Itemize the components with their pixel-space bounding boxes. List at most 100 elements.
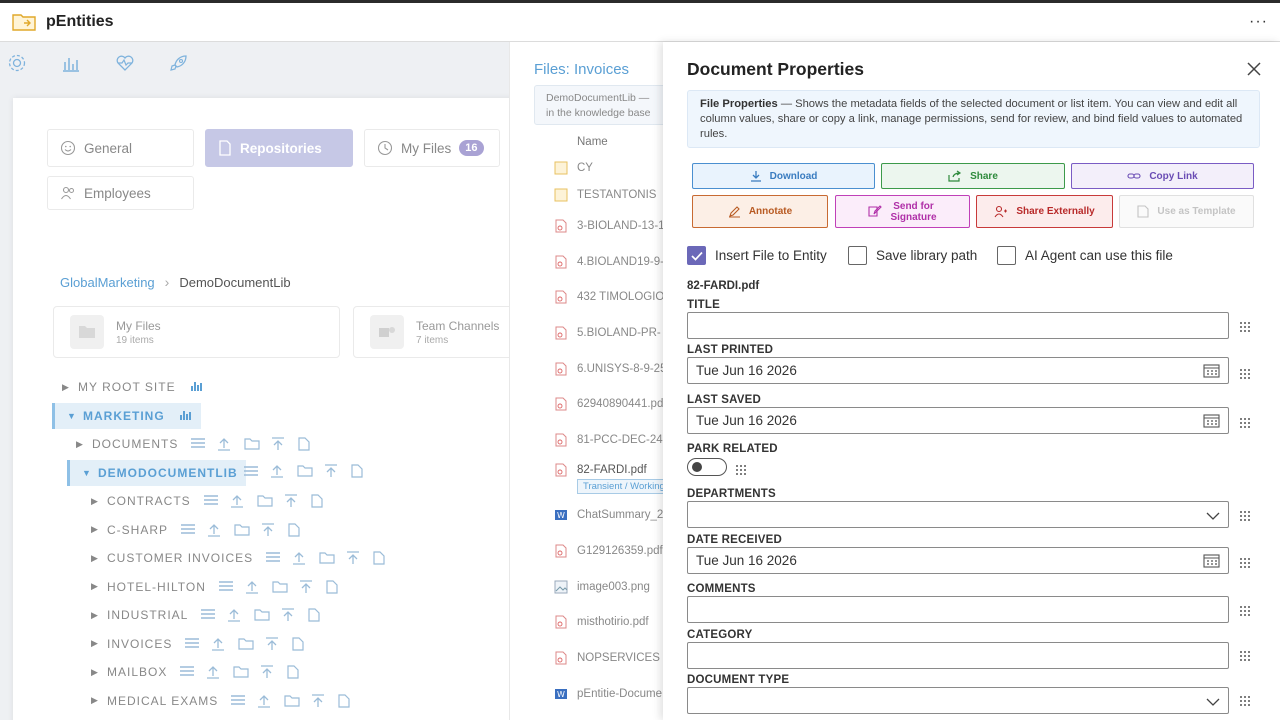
- list-icon[interactable]: [184, 637, 200, 651]
- folder-icon[interactable]: [244, 437, 260, 451]
- last-saved-date-field[interactable]: Tue Jun 16 2026: [687, 407, 1229, 434]
- close-icon[interactable]: [1246, 61, 1262, 77]
- bar-chart-icon[interactable]: [60, 52, 82, 74]
- rocket-icon[interactable]: [168, 52, 190, 74]
- chevron-right-icon[interactable]: ▶: [76, 439, 92, 450]
- file-list-item[interactable]: 5.BIOLAND-PR-: [554, 326, 661, 340]
- new-document-icon[interactable]: [288, 522, 304, 537]
- file-list-item[interactable]: TESTANTONIS: [554, 188, 656, 202]
- file-list-item[interactable]: G129126359.pdf: [554, 544, 663, 558]
- title-input[interactable]: [687, 312, 1229, 339]
- calendar-icon[interactable]: [1203, 363, 1220, 378]
- ai-agent-checkbox[interactable]: [997, 246, 1016, 265]
- breadcrumb-root-link[interactable]: GlobalMarketing: [60, 275, 155, 290]
- tree-item-folder[interactable]: ▶ C-SHARP: [91, 518, 304, 542]
- share-externally-button[interactable]: Share Externally: [976, 195, 1113, 228]
- tree-item-folder[interactable]: ▶ CONTRACTS: [91, 489, 327, 513]
- upload-to-top-icon[interactable]: [265, 636, 281, 651]
- date-received-date-field[interactable]: Tue Jun 16 2026: [687, 547, 1229, 574]
- tab-my-files[interactable]: My Files 16: [364, 129, 500, 167]
- departments-select[interactable]: [687, 501, 1229, 528]
- folder-icon[interactable]: [319, 551, 335, 565]
- bar-chart-icon[interactable]: [190, 380, 204, 395]
- chevron-right-icon[interactable]: ▶: [91, 496, 107, 507]
- chevron-down-icon[interactable]: ▼: [67, 411, 83, 421]
- save-library-path-checkbox-row[interactable]: Save library path: [848, 246, 977, 265]
- tree-item-folder[interactable]: ▶ CUSTOMER INVOICES: [91, 546, 389, 570]
- upload-to-top-icon[interactable]: [346, 551, 362, 565]
- file-list-item[interactable]: 81-PCC-DEC-24.: [554, 433, 666, 447]
- upload-icon[interactable]: [270, 464, 286, 478]
- chevron-right-icon[interactable]: ▶: [91, 638, 107, 649]
- more-options-icon[interactable]: ···: [1249, 13, 1268, 31]
- file-list-item[interactable]: 82-FARDI.pdf: [554, 463, 647, 477]
- upload-to-top-icon[interactable]: [299, 579, 315, 594]
- folder-icon[interactable]: [238, 637, 254, 651]
- tab-employees[interactable]: Employees: [47, 176, 194, 210]
- gear-icon[interactable]: [6, 52, 28, 74]
- list-icon[interactable]: [200, 608, 216, 622]
- card-team-channels[interactable]: Team Channels 7 items: [353, 306, 523, 358]
- folder-icon[interactable]: [284, 694, 300, 708]
- folder-icon[interactable]: [233, 665, 249, 679]
- tree-item-folder[interactable]: ▶ INDUSTRIAL: [91, 603, 324, 627]
- file-list-item[interactable]: CY: [554, 161, 593, 175]
- tree-item-folder[interactable]: ▶ HOTEL-HILTON: [91, 575, 342, 599]
- file-list-item[interactable]: WpEntitie-Docume: [554, 687, 662, 701]
- new-document-icon[interactable]: [287, 665, 303, 679]
- grip-icon[interactable]: [1239, 649, 1251, 661]
- new-document-icon[interactable]: [298, 437, 314, 451]
- upload-icon[interactable]: [211, 637, 227, 651]
- upload-icon[interactable]: [257, 694, 273, 708]
- new-document-icon[interactable]: [338, 693, 354, 708]
- new-document-icon[interactable]: [292, 636, 308, 651]
- grip-icon[interactable]: [1239, 416, 1251, 428]
- tree-item-folder[interactable]: ▶ MAILBOX: [91, 660, 303, 684]
- tree-item-marketing[interactable]: ▼ MARKETING: [52, 403, 201, 429]
- grip-icon[interactable]: [1239, 604, 1251, 616]
- save-library-path-checkbox[interactable]: [848, 246, 867, 265]
- new-document-icon[interactable]: [326, 579, 342, 594]
- file-list-item[interactable]: NOPSERVICES IK: [554, 651, 669, 665]
- tab-repositories[interactable]: Repositories: [205, 129, 353, 167]
- list-icon[interactable]: [218, 580, 234, 594]
- share-button[interactable]: Share: [881, 163, 1065, 189]
- ai-agent-checkbox-row[interactable]: AI Agent can use this file: [997, 246, 1173, 265]
- copy-link-button[interactable]: Copy Link: [1071, 163, 1254, 189]
- upload-icon[interactable]: [227, 608, 243, 622]
- download-button[interactable]: Download: [692, 163, 875, 189]
- tree-item-folder[interactable]: ▶ INVOICES: [91, 632, 308, 656]
- new-document-icon[interactable]: [308, 608, 324, 622]
- chevron-right-icon[interactable]: ▶: [91, 524, 107, 535]
- list-icon[interactable]: [265, 551, 281, 565]
- upload-to-top-icon[interactable]: [324, 464, 340, 478]
- upload-to-top-icon[interactable]: [260, 665, 276, 679]
- comments-input[interactable]: [687, 596, 1229, 623]
- card-my-files[interactable]: My Files 19 items: [53, 306, 340, 358]
- tree-item-folder[interactable]: ▶ MEDICAL EXAMS: [91, 689, 354, 713]
- park-related-toggle[interactable]: [687, 458, 727, 476]
- upload-icon[interactable]: [207, 523, 223, 537]
- file-list-item[interactable]: 4.BIOLAND19-9-: [554, 255, 664, 269]
- chevron-right-icon[interactable]: ▶: [62, 382, 78, 393]
- grip-icon[interactable]: [1239, 556, 1251, 568]
- upload-icon[interactable]: [292, 551, 308, 565]
- chevron-down-icon[interactable]: [1206, 695, 1220, 706]
- calendar-icon[interactable]: [1203, 413, 1220, 428]
- list-icon[interactable]: [179, 665, 195, 679]
- upload-icon[interactable]: [230, 494, 246, 508]
- upload-to-top-icon[interactable]: [271, 437, 287, 451]
- upload-to-top-icon[interactable]: [284, 494, 300, 508]
- chevron-right-icon[interactable]: ▶: [91, 581, 107, 592]
- file-list-item[interactable]: 3-BIOLAND-13-1: [554, 219, 665, 233]
- upload-to-top-icon[interactable]: [261, 522, 277, 537]
- list-icon[interactable]: [203, 494, 219, 508]
- chevron-right-icon[interactable]: ▶: [91, 695, 107, 706]
- insert-file-checkbox[interactable]: [687, 246, 706, 265]
- list-icon[interactable]: [243, 464, 259, 478]
- new-document-icon[interactable]: [351, 464, 367, 478]
- list-icon[interactable]: [230, 694, 246, 708]
- new-document-icon[interactable]: [373, 551, 389, 565]
- chevron-right-icon[interactable]: ▶: [91, 610, 107, 621]
- annotate-button[interactable]: Annotate: [692, 195, 828, 228]
